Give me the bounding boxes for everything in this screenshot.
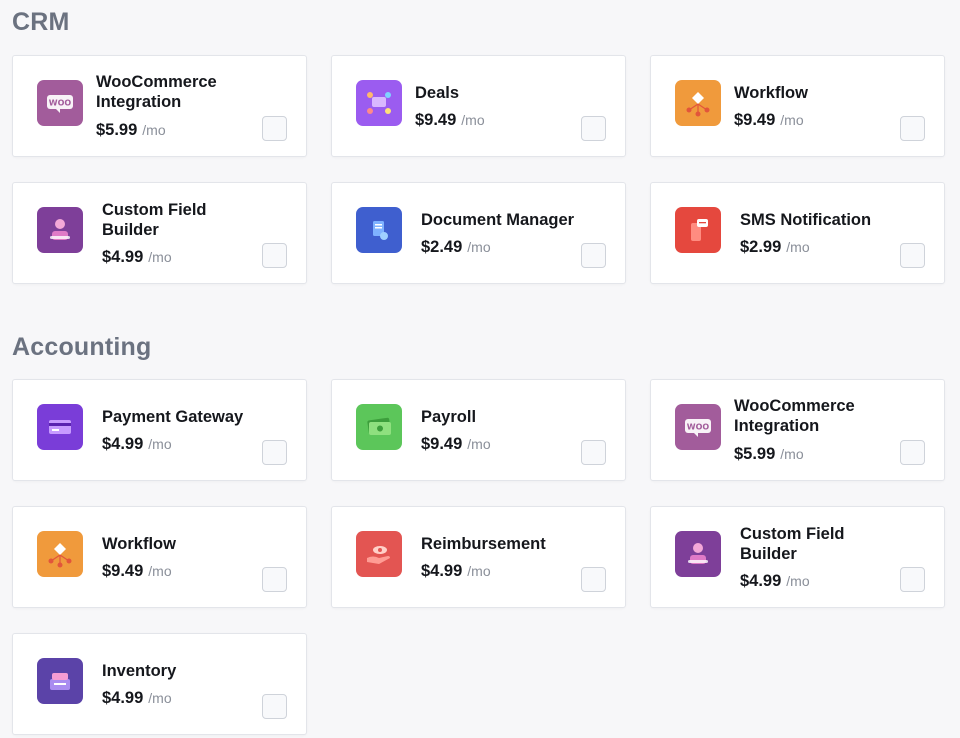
module-info: Payment Gateway $4.99/mo bbox=[102, 380, 260, 480]
select-checkbox[interactable] bbox=[581, 567, 606, 592]
module-card-woocommerce-integration[interactable]: WOO WooCommerce Integration $5.99/mo bbox=[12, 55, 307, 157]
module-card-workflow[interactable]: Workflow $9.49/mo bbox=[12, 506, 307, 608]
module-period: /mo bbox=[780, 112, 803, 128]
section-title-accounting: Accounting bbox=[12, 333, 152, 362]
module-period: /mo bbox=[461, 112, 484, 128]
module-price: $9.49 bbox=[734, 111, 775, 130]
module-card-sms-notification[interactable]: SMS Notification $2.99/mo bbox=[650, 182, 945, 284]
document-manager-icon bbox=[356, 207, 402, 253]
select-checkbox[interactable] bbox=[900, 243, 925, 268]
workflow-icon bbox=[37, 531, 83, 577]
module-period: /mo bbox=[148, 249, 171, 265]
payment-gateway-icon bbox=[37, 404, 83, 450]
module-info: Document Manager $2.49/mo bbox=[421, 183, 579, 283]
module-name: Custom Field Builder bbox=[740, 524, 898, 564]
module-name: WooCommerce Integration bbox=[734, 396, 898, 436]
module-name: Payroll bbox=[421, 407, 579, 427]
reimbursement-icon bbox=[356, 531, 402, 577]
module-card-reimbursement[interactable]: Reimbursement $4.99/mo bbox=[331, 506, 626, 608]
module-price: $4.99 bbox=[102, 248, 143, 267]
module-name: Custom Field Builder bbox=[102, 200, 260, 240]
module-name: Workflow bbox=[102, 534, 260, 554]
workflow-icon bbox=[675, 80, 721, 126]
module-period: /mo bbox=[780, 446, 803, 462]
module-price: $4.99 bbox=[102, 689, 143, 708]
module-info: WooCommerce Integration $5.99/mo bbox=[734, 380, 898, 480]
module-price: $5.99 bbox=[734, 445, 775, 464]
select-checkbox[interactable] bbox=[262, 694, 287, 719]
module-info: SMS Notification $2.99/mo bbox=[740, 183, 898, 283]
module-period: /mo bbox=[142, 122, 165, 138]
module-info: Inventory $4.99/mo bbox=[102, 634, 260, 734]
module-info: Deals $9.49/mo bbox=[415, 56, 579, 156]
inventory-icon bbox=[37, 658, 83, 704]
module-card-document-manager[interactable]: Document Manager $2.49/mo bbox=[331, 182, 626, 284]
module-card-custom-field-builder[interactable]: Custom Field Builder $4.99/mo bbox=[650, 506, 945, 608]
module-period: /mo bbox=[786, 239, 809, 255]
woocommerce-icon: WOO bbox=[675, 404, 721, 450]
section-title-crm: CRM bbox=[12, 8, 70, 37]
module-period: /mo bbox=[148, 690, 171, 706]
select-checkbox[interactable] bbox=[262, 116, 287, 141]
select-checkbox[interactable] bbox=[900, 440, 925, 465]
module-info: Custom Field Builder $4.99/mo bbox=[740, 507, 898, 607]
module-price: $5.99 bbox=[96, 121, 137, 140]
module-info: Payroll $9.49/mo bbox=[421, 380, 579, 480]
module-card-custom-field-builder[interactable]: Custom Field Builder $4.99/mo bbox=[12, 182, 307, 284]
select-checkbox[interactable] bbox=[262, 440, 287, 465]
module-period: /mo bbox=[467, 563, 490, 579]
module-price: $4.99 bbox=[421, 562, 462, 581]
module-card-woocommerce-integration[interactable]: WOO WooCommerce Integration $5.99/mo bbox=[650, 379, 945, 481]
module-period: /mo bbox=[467, 239, 490, 255]
module-period: /mo bbox=[467, 436, 490, 452]
select-checkbox[interactable] bbox=[581, 243, 606, 268]
module-info: Workflow $9.49/mo bbox=[734, 56, 898, 156]
module-name: Inventory bbox=[102, 661, 260, 681]
module-price: $2.99 bbox=[740, 238, 781, 257]
module-info: WooCommerce Integration $5.99/mo bbox=[96, 56, 260, 156]
svg-text:WOO: WOO bbox=[687, 423, 710, 432]
custom-field-builder-icon bbox=[675, 531, 721, 577]
module-period: /mo bbox=[148, 563, 171, 579]
module-name: Reimbursement bbox=[421, 534, 579, 554]
select-checkbox[interactable] bbox=[581, 440, 606, 465]
module-name: SMS Notification bbox=[740, 210, 898, 230]
module-card-payment-gateway[interactable]: Payment Gateway $4.99/mo bbox=[12, 379, 307, 481]
module-card-workflow[interactable]: Workflow $9.49/mo bbox=[650, 55, 945, 157]
module-name: Document Manager bbox=[421, 210, 579, 230]
module-price: $9.49 bbox=[421, 435, 462, 454]
select-checkbox[interactable] bbox=[900, 567, 925, 592]
module-price: $4.99 bbox=[102, 435, 143, 454]
crm-module-grid: WOO WooCommerce Integration $5.99/mo Dea… bbox=[12, 55, 945, 284]
module-price: $2.49 bbox=[421, 238, 462, 257]
module-period: /mo bbox=[148, 436, 171, 452]
module-info: Workflow $9.49/mo bbox=[102, 507, 260, 607]
custom-field-builder-icon bbox=[37, 207, 83, 253]
module-card-payroll[interactable]: Payroll $9.49/mo bbox=[331, 379, 626, 481]
payroll-icon bbox=[356, 404, 402, 450]
module-info: Custom Field Builder $4.99/mo bbox=[102, 183, 260, 283]
sms-notification-icon bbox=[675, 207, 721, 253]
module-name: WooCommerce Integration bbox=[96, 72, 260, 112]
svg-text:WOO: WOO bbox=[49, 99, 72, 108]
select-checkbox[interactable] bbox=[581, 116, 606, 141]
module-name: Payment Gateway bbox=[102, 407, 260, 427]
select-checkbox[interactable] bbox=[900, 116, 925, 141]
module-price: $4.99 bbox=[740, 572, 781, 591]
accounting-module-grid: Payment Gateway $4.99/mo Payroll $9.49/m… bbox=[12, 379, 945, 735]
module-info: Reimbursement $4.99/mo bbox=[421, 507, 579, 607]
select-checkbox[interactable] bbox=[262, 243, 287, 268]
deals-icon bbox=[356, 80, 402, 126]
module-price: $9.49 bbox=[415, 111, 456, 130]
module-card-deals[interactable]: Deals $9.49/mo bbox=[331, 55, 626, 157]
module-name: Workflow bbox=[734, 83, 898, 103]
select-checkbox[interactable] bbox=[262, 567, 287, 592]
module-price: $9.49 bbox=[102, 562, 143, 581]
woocommerce-icon: WOO bbox=[37, 80, 83, 126]
module-name: Deals bbox=[415, 83, 579, 103]
module-period: /mo bbox=[786, 573, 809, 589]
module-card-inventory[interactable]: Inventory $4.99/mo bbox=[12, 633, 307, 735]
